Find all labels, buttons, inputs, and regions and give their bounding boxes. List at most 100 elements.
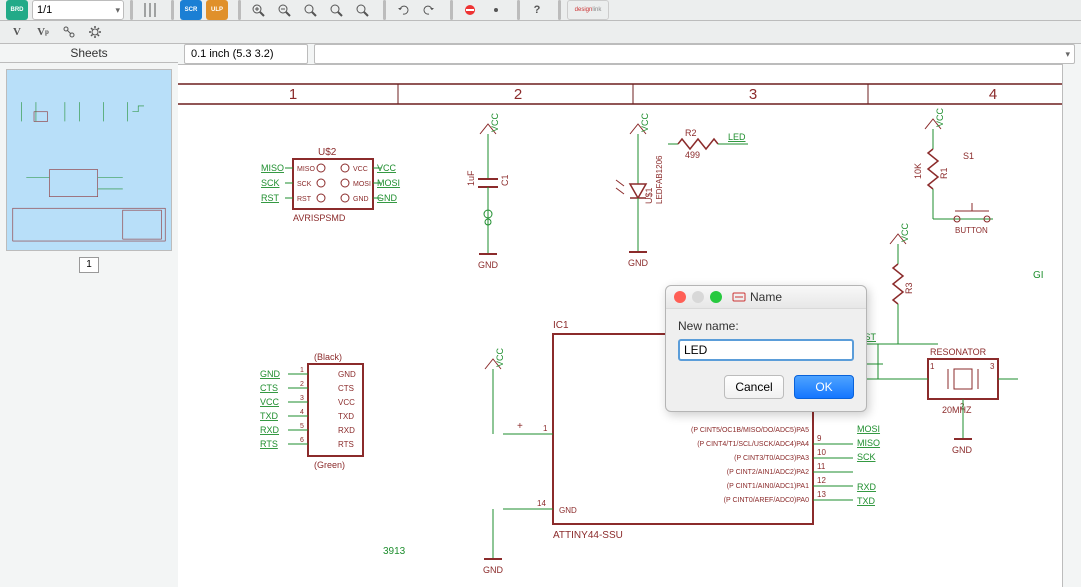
scr-icon[interactable]: SCR (180, 0, 202, 20)
svg-text:(Black): (Black) (314, 352, 342, 362)
separator (130, 0, 133, 20)
svg-text:+: + (517, 421, 523, 432)
svg-text:TXD: TXD (338, 412, 354, 421)
svg-text:LED: LED (728, 132, 746, 142)
close-icon[interactable] (674, 291, 686, 303)
help-icon[interactable]: ? (526, 0, 548, 20)
sheets-panel: Sheets 1 (0, 44, 179, 587)
svg-text:S1: S1 (963, 151, 974, 161)
svg-text:VCC: VCC (935, 107, 945, 127)
toolbar-secondary: V Vp (0, 21, 1081, 44)
ok-button[interactable]: OK (794, 375, 854, 399)
script-icon[interactable] (58, 22, 80, 42)
svg-text:CTS: CTS (260, 383, 278, 393)
svg-text:SCK: SCK (857, 452, 876, 462)
svg-text:20MHZ: 20MHZ (942, 405, 972, 415)
dialog-titlebar[interactable]: Name (666, 286, 866, 309)
svg-text:1: 1 (300, 367, 304, 374)
grid-icon[interactable] (139, 0, 161, 20)
svg-text:(P CINT4/T1/SCL/USCK/ADC4)PA4: (P CINT4/T1/SCL/USCK/ADC4)PA4 (697, 441, 809, 448)
work-area: 0.1 inch (5.3 3.2) 1 2 3 4 (178, 44, 1081, 587)
svg-text:(P CINT0/AREF/ADC0)PA0: (P CINT0/AREF/ADC0)PA0 (724, 497, 809, 504)
go-icon[interactable] (485, 0, 507, 20)
svg-text:GND: GND (952, 445, 973, 455)
svg-text:12: 12 (817, 476, 826, 485)
redo-icon[interactable] (418, 0, 440, 20)
zoom-in-icon[interactable] (247, 0, 269, 20)
minimize-icon (692, 291, 704, 303)
undo-icon[interactable] (392, 0, 414, 20)
svg-text:1: 1 (543, 424, 548, 433)
ulp-icon[interactable]: ULP (206, 0, 228, 20)
dialog-label: New name: (678, 319, 854, 333)
svg-text:RTS: RTS (338, 440, 354, 449)
cancel-label: Cancel (735, 380, 772, 394)
name-icon (732, 290, 746, 304)
svg-text:499: 499 (685, 150, 700, 160)
zoom-icon[interactable] (710, 291, 722, 303)
redraw-icon[interactable] (351, 0, 373, 20)
svg-text:IC1: IC1 (553, 320, 569, 331)
separator (517, 0, 520, 20)
brd-switch-icon[interactable]: BRD (6, 0, 28, 20)
schematic-canvas[interactable]: 1 2 3 4 U$2 MISO SCK RST MISO SCK (178, 64, 1063, 587)
svg-text:MOSI: MOSI (857, 424, 880, 434)
cancel-button[interactable]: Cancel (724, 375, 784, 399)
svg-text:(P CINT2/AIN1/ADC2)PA2: (P CINT2/AIN1/ADC2)PA2 (727, 469, 809, 476)
sheet-selector[interactable]: 1/1 (32, 0, 124, 20)
svg-text:U$2: U$2 (318, 147, 337, 158)
zoom-window-icon[interactable] (325, 0, 347, 20)
gear-icon[interactable] (84, 22, 106, 42)
svg-text:LEDFAB1206: LEDFAB1206 (655, 155, 664, 204)
vertical-scrollbar[interactable] (1062, 64, 1081, 587)
svg-text:VCC: VCC (490, 112, 500, 132)
sheet-page-number[interactable]: 1 (79, 257, 99, 273)
svg-text:RXD: RXD (338, 426, 355, 435)
svg-text:GND: GND (478, 260, 499, 270)
sheet-thumbnail[interactable] (6, 69, 172, 251)
svg-text:3913: 3913 (383, 546, 406, 557)
svg-text:RESONATOR: RESONATOR (930, 347, 987, 357)
svg-text:2: 2 (514, 86, 522, 103)
svg-text:14: 14 (537, 499, 546, 508)
svg-text:C1: C1 (500, 174, 510, 186)
name-dialog: Name New name: Cancel OK (665, 285, 867, 412)
svg-text:GI: GI (1033, 270, 1044, 281)
svg-text:VCC: VCC (640, 112, 650, 132)
svg-text:MISO: MISO (297, 166, 315, 173)
svg-text:GND: GND (353, 196, 369, 203)
svg-text:ATTINY44-SSU: ATTINY44-SSU (553, 530, 623, 541)
svg-text:VCC: VCC (495, 347, 505, 367)
command-input[interactable] (314, 44, 1075, 64)
svg-text:VCC: VCC (338, 398, 355, 407)
svg-text:RTS: RTS (260, 439, 278, 449)
svg-text:2: 2 (300, 381, 304, 388)
svg-text:4: 4 (300, 409, 304, 416)
svg-text:RXD: RXD (260, 425, 280, 435)
svg-text:MISO: MISO (261, 163, 284, 173)
status-bar: 0.1 inch (5.3 3.2) (178, 44, 1081, 65)
value-vp-icon[interactable]: Vp (32, 22, 54, 42)
svg-text:VCC: VCC (900, 222, 910, 242)
name-input[interactable] (678, 339, 854, 361)
svg-text:1: 1 (930, 362, 935, 371)
svg-text:U$1: U$1 (644, 187, 654, 204)
svg-text:SCK: SCK (297, 181, 312, 188)
svg-text:1: 1 (289, 86, 297, 103)
svg-text:R1: R1 (939, 167, 949, 179)
stop-icon[interactable] (459, 0, 481, 20)
zoom-fit-icon[interactable] (299, 0, 321, 20)
separator (450, 0, 453, 20)
designlink-icon[interactable]: designlink (567, 0, 609, 20)
svg-text:R3: R3 (904, 282, 914, 294)
svg-text:(P CINT3/T0/ADC3)PA3: (P CINT3/T0/ADC3)PA3 (734, 455, 809, 462)
svg-text:GND: GND (559, 506, 577, 515)
svg-text:GND: GND (628, 258, 649, 268)
value-v-icon[interactable]: V (6, 22, 28, 42)
svg-text:SCK: SCK (261, 178, 280, 188)
zoom-out-icon[interactable] (273, 0, 295, 20)
svg-text:RST: RST (261, 193, 280, 203)
svg-text:VCC: VCC (353, 166, 368, 173)
svg-text:VCC: VCC (260, 397, 280, 407)
separator (238, 0, 241, 20)
